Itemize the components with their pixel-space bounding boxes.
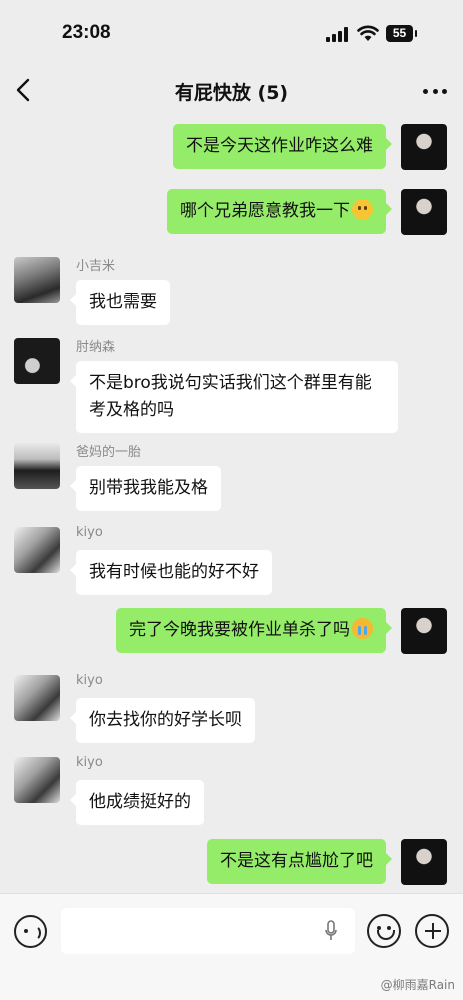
message-bubble[interactable]: 别带我我能及格: [70, 466, 221, 511]
battery-icon: 55: [386, 25, 417, 42]
voice-input-icon[interactable]: [14, 915, 47, 948]
message-bubble[interactable]: 不是bro我说句实话我们这个群里有能考及格的吗: [70, 361, 398, 433]
blushing-emoji-icon: [352, 199, 373, 220]
chat-title: 有屁快放 (5): [174, 82, 289, 104]
avatar[interactable]: [401, 124, 447, 170]
cellular-signal-icon: [326, 27, 350, 42]
message-text: 我也需要: [89, 292, 157, 312]
wifi-icon: [357, 25, 379, 41]
sender-name: 小吉米: [76, 259, 116, 274]
message-bubble[interactable]: 我有时候也能的好不好: [70, 550, 272, 595]
message-text: 别带我我能及格: [89, 478, 208, 498]
message-bubble[interactable]: 我也需要: [70, 280, 170, 325]
message-text: 不是这有点尴尬了吧: [220, 851, 373, 871]
sender-name: kiyo: [76, 673, 103, 688]
avatar[interactable]: [14, 757, 60, 803]
status-bar: 23:08 55: [0, 0, 463, 62]
avatar[interactable]: [14, 675, 60, 721]
avatar[interactable]: [14, 443, 60, 489]
chat-header: 有屁快放 (5): [0, 62, 463, 118]
emoji-picker-icon[interactable]: [367, 914, 401, 948]
input-bar: @柳雨嘉Rain: [0, 893, 463, 1000]
microphone-icon[interactable]: [325, 920, 337, 942]
message-text: 完了今晚我要被作业单杀了吗: [129, 620, 350, 640]
message-text: 哪个兄弟愿意教我一下: [180, 201, 350, 221]
crying-emoji-icon: [352, 618, 373, 639]
message-text: 他成绩挺好的: [89, 792, 191, 812]
avatar[interactable]: [401, 189, 447, 235]
watermark: @柳雨嘉Rain: [380, 978, 455, 992]
message-bubble[interactable]: 不是今天这作业咋这么难: [173, 124, 392, 169]
avatar[interactable]: [14, 257, 60, 303]
avatar[interactable]: [14, 527, 60, 573]
add-more-icon[interactable]: [415, 914, 449, 948]
message-bubble[interactable]: 不是这有点尴尬了吧: [207, 839, 392, 884]
message-bubble[interactable]: 哪个兄弟愿意教我一下: [167, 189, 392, 234]
message-text: 你去找你的好学长呗: [89, 710, 242, 730]
message-input[interactable]: [61, 908, 355, 954]
avatar[interactable]: [401, 608, 447, 654]
avatar[interactable]: [401, 839, 447, 885]
avatar[interactable]: [14, 338, 60, 384]
message-text: 不是今天这作业咋这么难: [186, 136, 373, 156]
status-time: 23:08: [62, 22, 111, 43]
sender-name: kiyo: [76, 525, 103, 540]
more-options-icon[interactable]: [423, 80, 447, 102]
message-bubble[interactable]: 他成绩挺好的: [70, 780, 204, 825]
sender-name: kiyo: [76, 755, 103, 770]
message-bubble[interactable]: 完了今晚我要被作业单杀了吗: [116, 608, 392, 653]
sender-name: 肘纳森: [76, 340, 116, 355]
message-text: 不是bro我说句实话我们这个群里有能考及格的吗: [89, 373, 372, 420]
message-text: 我有时候也能的好不好: [89, 562, 259, 582]
message-bubble[interactable]: 你去找你的好学长呗: [70, 698, 255, 743]
sender-name: 爸妈的一胎: [76, 445, 142, 460]
